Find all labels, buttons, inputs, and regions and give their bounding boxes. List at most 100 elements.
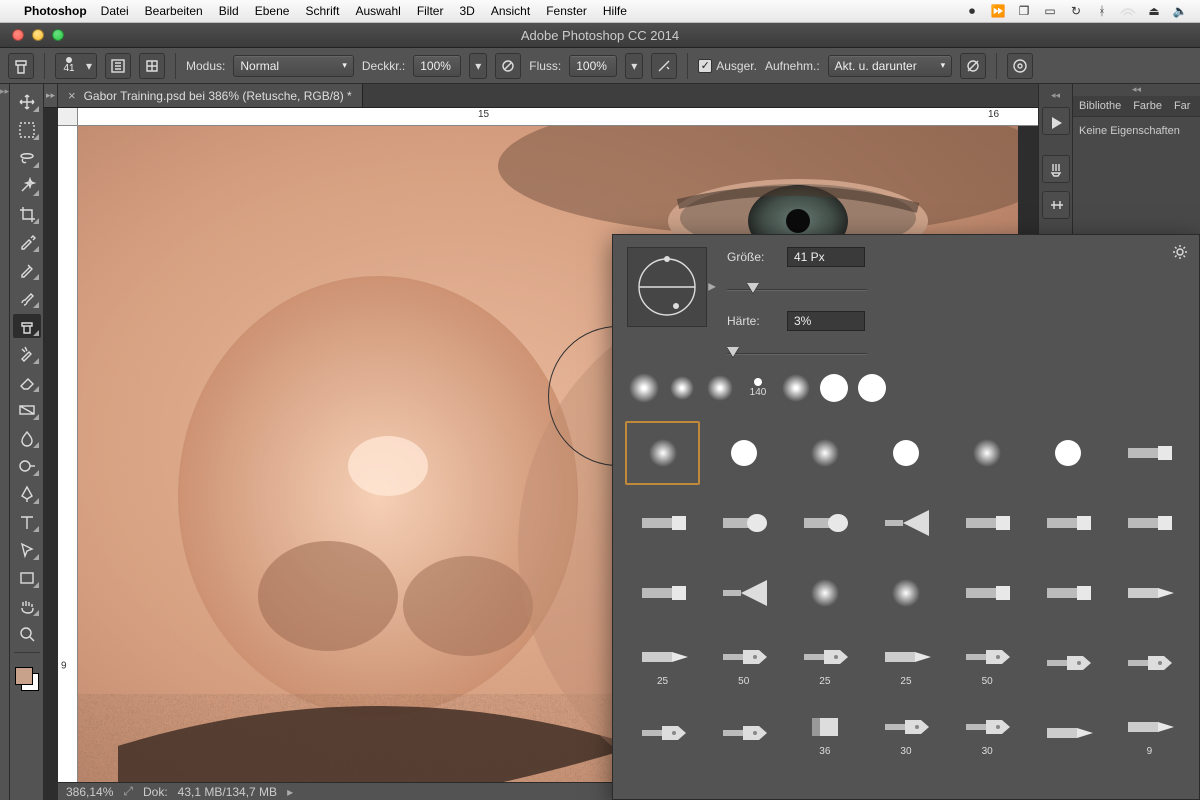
status-flyout[interactable]: ▸: [287, 785, 293, 799]
history-brush-tool[interactable]: [13, 342, 41, 366]
tab-swatches[interactable]: Far: [1168, 96, 1197, 116]
move-tool[interactable]: [13, 90, 41, 114]
status-eject-icon[interactable]: ⏏: [1144, 3, 1164, 19]
vertical-ruler[interactable]: 9: [58, 126, 78, 782]
collapsed-panel-strip[interactable]: ▸▸: [0, 84, 10, 800]
pressure-opacity-toggle[interactable]: [495, 53, 521, 79]
hardness-slider[interactable]: [727, 343, 867, 357]
recent-brush[interactable]: [625, 369, 663, 407]
tab-color[interactable]: Farbe: [1127, 96, 1168, 116]
zoom-level[interactable]: 386,14%: [66, 785, 113, 799]
healing-brush-tool[interactable]: [13, 258, 41, 282]
status-fastforward-icon[interactable]: ⏩: [988, 3, 1008, 19]
pen-tool[interactable]: [13, 482, 41, 506]
brush-preset[interactable]: [1112, 561, 1187, 625]
ruler-origin[interactable]: [58, 108, 78, 126]
adjustments-panel-button[interactable]: [1042, 191, 1070, 219]
status-display-icon[interactable]: ▭: [1040, 3, 1060, 19]
menu-bild[interactable]: Bild: [219, 4, 239, 18]
brush-preset[interactable]: [1112, 631, 1187, 695]
actions-panel-button[interactable]: [1042, 107, 1070, 135]
brush-preset[interactable]: [950, 421, 1025, 485]
status-record-icon[interactable]: ⏺: [962, 3, 982, 19]
brush-preset[interactable]: 50: [706, 631, 781, 695]
recent-brush[interactable]: [777, 369, 815, 407]
menu-3d[interactable]: 3D: [459, 4, 474, 18]
brush-preset[interactable]: 30: [868, 701, 943, 765]
recent-brush[interactable]: [663, 369, 701, 407]
aligned-checkbox[interactable]: ✓Ausger.: [698, 59, 757, 73]
eraser-tool[interactable]: [13, 370, 41, 394]
magic-wand-tool[interactable]: [13, 174, 41, 198]
tab-strip-handle[interactable]: ▸▸: [44, 84, 58, 107]
brush-preset[interactable]: 30: [950, 701, 1025, 765]
brush-preset[interactable]: [787, 561, 862, 625]
brush-preset[interactable]: [868, 561, 943, 625]
foreground-color[interactable]: [15, 667, 33, 685]
expand-icon[interactable]: ⤢: [123, 784, 133, 799]
menu-auswahl[interactable]: Auswahl: [355, 4, 400, 18]
brush-preset[interactable]: [625, 421, 700, 485]
blend-mode-dropdown[interactable]: Normal▾: [233, 55, 354, 77]
zoom-tool[interactable]: [13, 622, 41, 646]
clone-source-toggle[interactable]: [139, 53, 165, 79]
brush-preset[interactable]: [1112, 421, 1187, 485]
size-slider[interactable]: [727, 279, 867, 293]
marquee-tool[interactable]: [13, 118, 41, 142]
brush-preset[interactable]: [625, 491, 700, 555]
gradient-tool[interactable]: [13, 398, 41, 422]
menu-datei[interactable]: Datei: [101, 4, 129, 18]
document-tab[interactable]: × Gabor Training.psd bei 386% (Retusche,…: [58, 84, 363, 107]
status-timemachine-icon[interactable]: ↻: [1066, 3, 1086, 19]
brush-tool[interactable]: [13, 286, 41, 310]
hardness-field[interactable]: 3%: [787, 311, 865, 331]
brush-preset[interactable]: [706, 421, 781, 485]
brush-panel-toggle[interactable]: [105, 53, 131, 79]
brush-preset[interactable]: 9: [1112, 701, 1187, 765]
menu-ebene[interactable]: Ebene: [255, 4, 290, 18]
airbrush-toggle[interactable]: [651, 53, 677, 79]
collapse-arrows-icon[interactable]: ◂◂: [1039, 90, 1072, 102]
brush-preset[interactable]: [1031, 631, 1106, 695]
ignore-adjustments-toggle[interactable]: [960, 53, 986, 79]
opacity-field[interactable]: 100%: [413, 55, 461, 77]
lasso-tool[interactable]: [13, 146, 41, 170]
flow-field[interactable]: 100%: [569, 55, 617, 77]
menu-fenster[interactable]: Fenster: [546, 4, 587, 18]
color-swatches[interactable]: [13, 665, 41, 693]
brush-preset[interactable]: [625, 701, 700, 765]
brush-preset[interactable]: [1031, 701, 1106, 765]
brush-preset[interactable]: 25: [625, 631, 700, 695]
menu-bearbeiten[interactable]: Bearbeiten: [145, 4, 203, 18]
menu-filter[interactable]: Filter: [417, 4, 444, 18]
brush-preset[interactable]: [1031, 491, 1106, 555]
horizontal-ruler[interactable]: 15 16: [78, 108, 1038, 126]
clone-stamp-tool[interactable]: [13, 314, 41, 338]
flow-flyout[interactable]: ▾: [625, 53, 643, 79]
opacity-flyout[interactable]: ▾: [469, 53, 487, 79]
current-tool-icon[interactable]: [8, 53, 34, 79]
brush-preset[interactable]: [950, 561, 1025, 625]
brush-preset[interactable]: [787, 421, 862, 485]
recent-brush[interactable]: [701, 369, 739, 407]
brush-preset[interactable]: [950, 491, 1025, 555]
brush-preset[interactable]: [868, 491, 943, 555]
brush-preset[interactable]: 50: [950, 631, 1025, 695]
brush-preset[interactable]: [1031, 561, 1106, 625]
brush-preset[interactable]: [706, 491, 781, 555]
brush-preset-picker[interactable]: 41 ▾: [55, 53, 97, 79]
brush-preset[interactable]: [1031, 421, 1106, 485]
menu-schrift[interactable]: Schrift: [305, 4, 339, 18]
path-selection-tool[interactable]: [13, 538, 41, 562]
status-volume-icon[interactable]: 🔈: [1170, 3, 1190, 19]
status-screens-icon[interactable]: ❐: [1014, 3, 1034, 19]
eyedropper-tool[interactable]: [13, 230, 41, 254]
menu-ansicht[interactable]: Ansicht: [491, 4, 530, 18]
pressure-size-toggle[interactable]: [1007, 53, 1033, 79]
sample-dropdown[interactable]: Akt. u. darunter▾: [828, 55, 953, 77]
collapse-arrows-icon[interactable]: ◂◂: [1073, 84, 1200, 96]
hand-tool[interactable]: [13, 594, 41, 618]
size-field[interactable]: 41 Px: [787, 247, 865, 267]
crop-tool[interactable]: [13, 202, 41, 226]
tab-libraries[interactable]: Bibliothe: [1073, 96, 1127, 116]
